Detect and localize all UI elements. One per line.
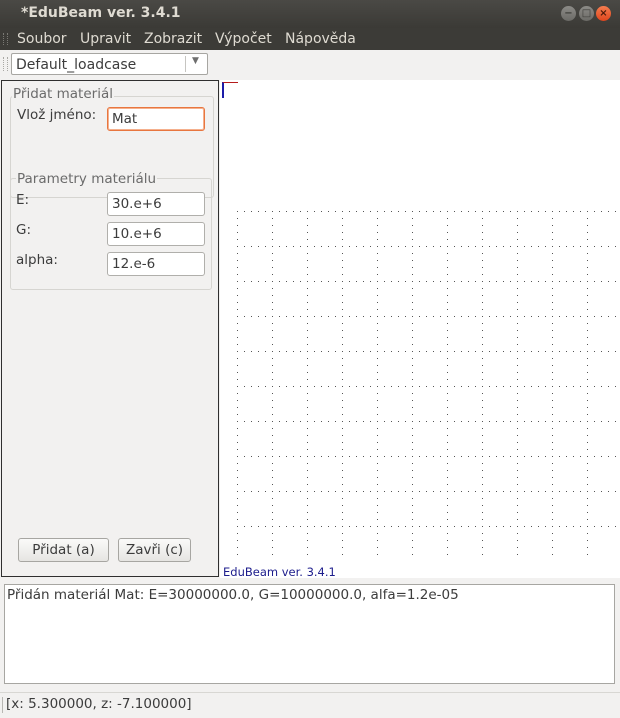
canvas-version-label: EduBeam ver. 3.4.1 — [223, 565, 336, 579]
menu-napoveda[interactable]: Nápověda — [285, 31, 356, 47]
params-title: Parametry materiálu — [16, 171, 158, 187]
loadcase-value: Default_loadcase — [16, 57, 137, 73]
status-grip — [2, 697, 3, 713]
add-material-button[interactable]: Přidat (a) — [18, 538, 109, 562]
log-message: Přidán materiál Mat: E=30000000.0, G=100… — [7, 587, 459, 603]
material-name-input[interactable] — [107, 107, 205, 131]
loadcase-combobox[interactable]: Default_loadcase ▼ — [11, 53, 208, 75]
drawing-canvas[interactable]: EduBeam ver. 3.4.1 — [220, 80, 620, 579]
chevron-down-icon[interactable]: ▼ — [192, 56, 199, 66]
toolbar: Default_loadcase ▼ — [0, 50, 620, 79]
param-alpha-label: alpha: — [16, 252, 58, 268]
menu-soubor[interactable]: Soubor — [17, 31, 67, 47]
param-g-input[interactable] — [107, 222, 205, 246]
menu-zobrazit[interactable]: Zobrazit — [144, 31, 202, 47]
param-e-input[interactable] — [107, 192, 205, 216]
param-g-label: G: — [16, 222, 32, 238]
title-bar[interactable]: *EduBeam ver. 3.4.1 − □ × — [0, 0, 620, 28]
param-e-label: E: — [16, 192, 30, 208]
menu-bar: Soubor Upravit Zobrazit Výpočet Nápověda — [0, 28, 620, 50]
status-bar: [x: 5.300000, z: -7.100000] — [0, 692, 620, 718]
add-material-title: Přidat materiál — [12, 86, 114, 102]
toolbar-grip — [3, 57, 8, 71]
close-panel-button[interactable]: Zavři (c) — [118, 538, 191, 562]
dot-grid — [237, 211, 616, 555]
message-log[interactable]: Přidán materiál Mat: E=30000000.0, G=100… — [4, 584, 615, 684]
combo-separator — [185, 56, 186, 72]
coordinates-readout: [x: 5.300000, z: -7.100000] — [6, 696, 192, 712]
param-e-field[interactable] — [108, 193, 204, 215]
menu-upravit[interactable]: Upravit — [80, 31, 131, 47]
name-label: Vlož jméno: — [17, 107, 97, 123]
menubar-grip — [3, 33, 8, 45]
minimize-icon[interactable]: − — [561, 6, 576, 21]
param-alpha-input[interactable] — [107, 252, 205, 276]
param-alpha-field[interactable] — [108, 253, 204, 275]
material-name-field[interactable] — [108, 108, 204, 130]
menu-vypocet[interactable]: Výpočet — [215, 31, 272, 47]
window-title: *EduBeam ver. 3.4.1 — [21, 5, 181, 21]
material-panel: Přidat materiál Vlož jméno: Parametry ma… — [1, 80, 219, 577]
param-g-field[interactable] — [108, 223, 204, 245]
close-icon[interactable]: × — [596, 6, 611, 21]
maximize-icon[interactable]: □ — [579, 6, 594, 21]
